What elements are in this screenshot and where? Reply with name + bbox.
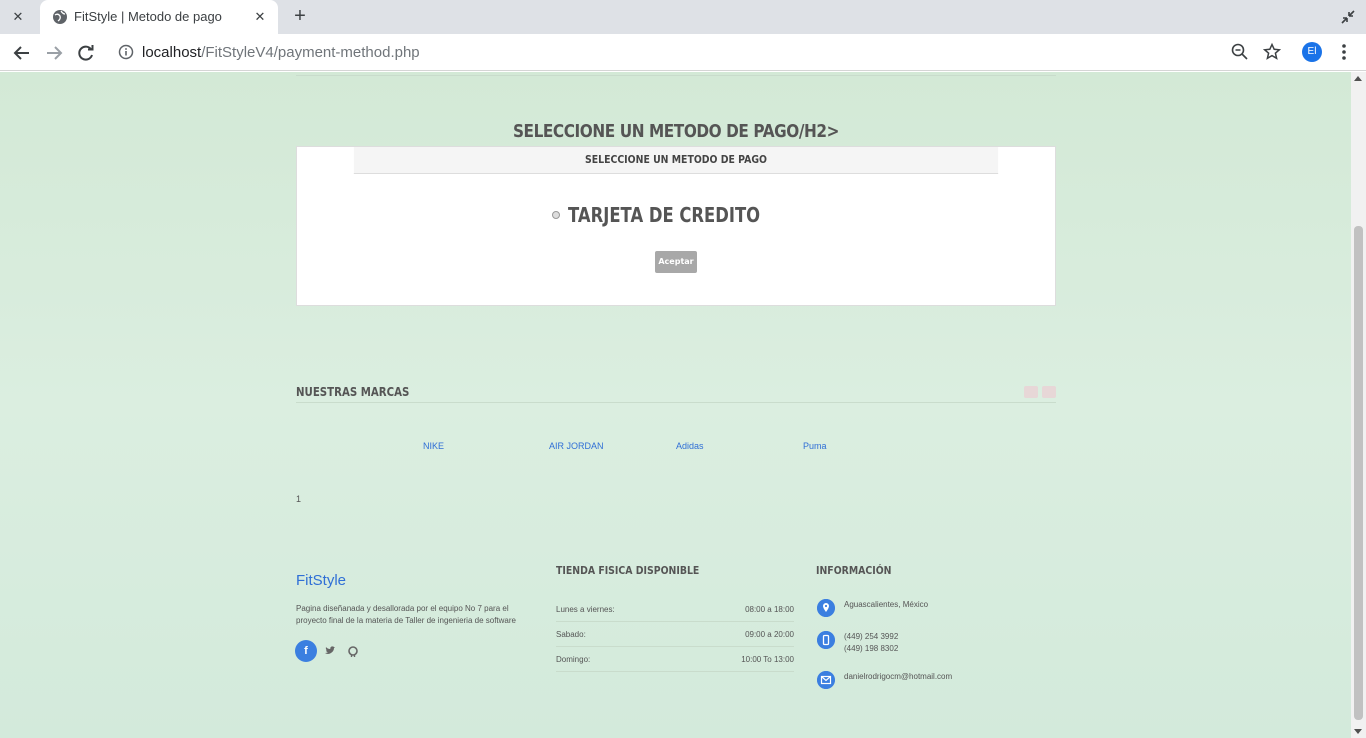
panel-heading: SELECCIONE UN METODO DE PAGO xyxy=(353,147,999,174)
tab-close-icon[interactable]: ✕ xyxy=(252,9,268,25)
info-title: INFORMACIÓN xyxy=(816,564,892,577)
email-text[interactable]: danielrodrigocm@hotmail.com xyxy=(844,671,952,683)
scroll-up-arrow[interactable] xyxy=(1354,76,1362,81)
brands-prev-button[interactable] xyxy=(1024,386,1038,398)
browser-tab[interactable]: FitStyle | Metodo de pago ✕ xyxy=(40,0,278,34)
hours-row: Lunes a viernes: 08:00 a 18:00 xyxy=(556,597,794,622)
brands-title: NUESTRAS MARCAS xyxy=(296,385,410,399)
profile-avatar[interactable]: El xyxy=(1302,42,1322,62)
mail-icon xyxy=(817,671,835,689)
credit-card-label[interactable]: TARJETA DE CREDITO xyxy=(568,203,760,227)
location-pin-icon xyxy=(817,599,835,617)
hours-time: 09:00 a 20:00 xyxy=(745,630,794,639)
back-icon[interactable] xyxy=(11,42,33,64)
store-hours-list: Lunes a viernes: 08:00 a 18:00 Sabado: 0… xyxy=(556,597,794,672)
hours-day: Lunes a viernes: xyxy=(556,605,615,614)
facebook-icon[interactable]: f xyxy=(295,640,317,662)
brand-link-puma[interactable]: Puma xyxy=(803,441,827,451)
brands-next-button[interactable] xyxy=(1042,386,1056,398)
location-text: Aguascalientes, México xyxy=(844,600,929,609)
brand-link-air-jordan[interactable]: AIR JORDAN xyxy=(549,441,604,451)
page-viewport: SELECCIONE UN METODO DE PAGO/H2> SELECCI… xyxy=(0,72,1351,738)
address-bar[interactable]: localhost/FitStyleV4/payment-method.php xyxy=(108,37,1288,67)
divider xyxy=(296,402,1056,403)
browser-toolbar: localhost/FitStyleV4/payment-method.php … xyxy=(0,34,1366,71)
new-tab-icon[interactable]: + xyxy=(290,6,310,27)
payment-option-credit-card[interactable]: TARJETA DE CREDITO xyxy=(297,203,1057,227)
github-icon[interactable] xyxy=(342,640,364,662)
forward-icon[interactable] xyxy=(43,42,65,64)
footer-brand[interactable]: FitStyle xyxy=(296,572,346,589)
divider xyxy=(296,75,1056,76)
page-title: SELECCIONE UN METODO DE PAGO/H2> xyxy=(512,121,840,142)
scroll-down-arrow[interactable] xyxy=(1354,729,1362,734)
globe-icon xyxy=(53,10,67,24)
footer-description: Pagina diseñanada y desallorada por el e… xyxy=(296,604,516,625)
credit-card-radio[interactable] xyxy=(552,211,561,219)
hours-time: 10:00 To 13:00 xyxy=(741,655,794,664)
restore-window-icon[interactable] xyxy=(1340,9,1356,25)
brand-link-nike[interactable]: NIKE xyxy=(423,441,444,451)
tab-strip: ✕ FitStyle | Metodo de pago ✕ + xyxy=(0,0,1366,34)
close-icon[interactable]: ✕ xyxy=(10,9,26,25)
more-menu-icon[interactable] xyxy=(1336,42,1352,62)
zoom-out-icon[interactable] xyxy=(1230,42,1250,62)
twitter-icon[interactable] xyxy=(319,640,341,662)
page-scrollbar[interactable] xyxy=(1351,72,1366,738)
hours-day: Domingo: xyxy=(556,655,591,664)
phone-icon xyxy=(817,631,835,649)
url-host: localhost xyxy=(142,44,202,61)
bookmark-star-icon[interactable] xyxy=(1262,42,1282,62)
hours-row: Sabado: 09:00 a 20:00 xyxy=(556,622,794,647)
tab-title: FitStyle | Metodo de pago xyxy=(74,9,222,24)
url-text: localhost/FitStyleV4/payment-method.php xyxy=(142,44,420,61)
hours-row: Domingo: 10:00 To 13:00 xyxy=(556,647,794,672)
store-hours-title: TIENDA FISICA DISPONIBLE xyxy=(556,564,700,577)
phone-number: (449) 198 8302 xyxy=(844,644,899,653)
hours-day: Sabado: xyxy=(556,630,586,639)
phone-number: (449) 254 3992 xyxy=(844,632,899,641)
scrollbar-thumb[interactable] xyxy=(1354,226,1363,720)
payment-method-panel: SELECCIONE UN METODO DE PAGO TARJETA DE … xyxy=(296,146,1056,306)
phone-list: (449) 254 3992 (449) 198 8302 xyxy=(844,631,898,655)
url-path: /FitStyleV4/payment-method.php xyxy=(201,44,420,61)
page-number: 1 xyxy=(296,494,302,504)
accept-button[interactable]: Aceptar xyxy=(655,251,697,273)
hours-time: 08:00 a 18:00 xyxy=(745,605,794,614)
info-icon[interactable] xyxy=(118,44,134,60)
brand-link-adidas[interactable]: Adidas xyxy=(676,441,704,451)
reload-icon[interactable] xyxy=(75,42,97,64)
